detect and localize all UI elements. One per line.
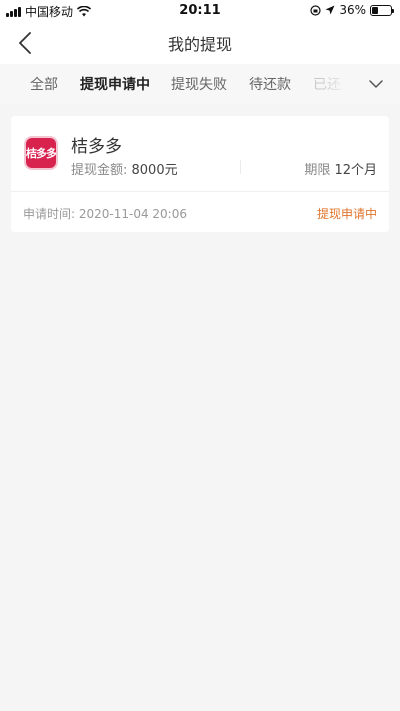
- apply-time: 申请时间: 2020-11-04 20:06: [23, 205, 187, 222]
- page-title: 我的提现: [167, 35, 232, 54]
- tab-all[interactable]: 全部: [30, 74, 58, 94]
- horizontal-divider: [11, 191, 389, 192]
- tab-withdrawal-pending[interactable]: 提现申请中: [80, 74, 150, 94]
- chevron-down-icon: [369, 80, 383, 88]
- battery-icon: [370, 4, 394, 16]
- status-badge: 提现申请中: [316, 207, 377, 221]
- loan-term: 期限 12个月: [304, 159, 377, 178]
- term-value: 12个月: [334, 163, 377, 178]
- withdrawal-card[interactable]: 桔多多 桔多多 提现金额: 8000元 期限 12个月 申请时间: 2020-1…: [11, 116, 389, 232]
- tab-bar: 全部 提现申请中 提现失败 待还款 已还: [0, 64, 400, 104]
- app-logo: 桔多多: [24, 136, 58, 170]
- battery-fill: [372, 6, 379, 14]
- rotation-lock-icon: [310, 4, 321, 16]
- apply-time-value: 2020-11-04 20:06: [78, 207, 187, 221]
- app-name: 桔多多: [71, 137, 122, 157]
- vertical-divider: [240, 160, 241, 174]
- withdrawal-amount: 提现金额: 8000元: [71, 159, 178, 178]
- chevron-left-icon: [19, 32, 31, 54]
- apply-time-label: 申请时间:: [23, 207, 79, 221]
- amount-value: 8000元: [131, 163, 178, 178]
- amount-label: 提现金额:: [71, 163, 132, 178]
- tabs-expand-button[interactable]: [352, 64, 400, 104]
- location-arrow-icon: [325, 5, 335, 15]
- tab-fade-overlay: [320, 64, 350, 104]
- term-label: 期限: [304, 163, 335, 178]
- status-bar: 中国移动 20:11 36%: [0, 0, 400, 22]
- status-right: 36%: [310, 3, 394, 17]
- nav-header: 我的提现: [0, 22, 400, 64]
- battery-percent: 36%: [339, 3, 366, 17]
- tab-withdrawal-failed[interactable]: 提现失败: [171, 74, 227, 94]
- back-button[interactable]: [12, 30, 38, 56]
- app-logo-text: 桔多多: [26, 147, 56, 160]
- tab-pending-repayment[interactable]: 待还款: [249, 74, 291, 94]
